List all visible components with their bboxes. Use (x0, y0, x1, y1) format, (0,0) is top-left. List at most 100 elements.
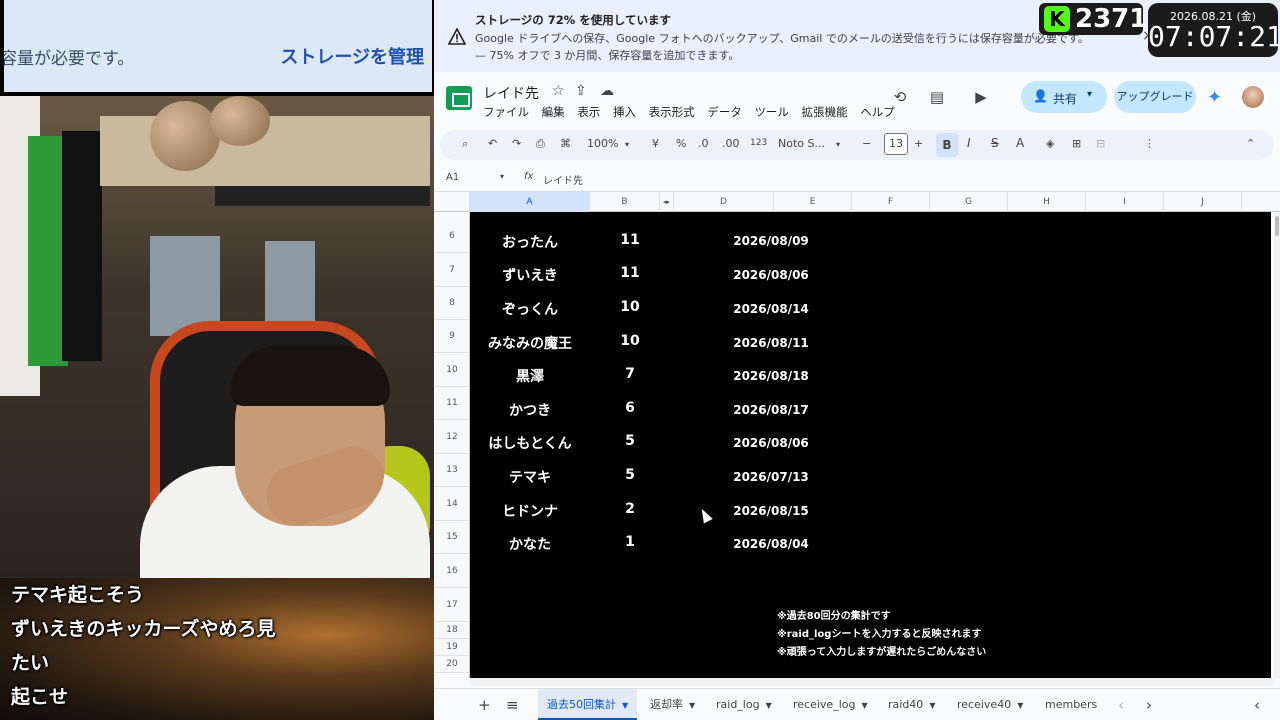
collapse-sidebar-icon[interactable]: ‹ (1254, 689, 1260, 720)
cell-date[interactable]: 2026/07/13 (706, 470, 836, 484)
tabs-scroll-left[interactable]: ‹ (1118, 689, 1124, 720)
chevron-down-icon[interactable]: ▾ (625, 140, 629, 149)
cell-date[interactable]: 2026/08/15 (706, 504, 836, 518)
row-header[interactable]: 18 (434, 622, 469, 639)
formula-input[interactable]: レイド先 (543, 172, 583, 187)
tab-past-50[interactable]: 過去50回集計 ▼ (538, 689, 638, 720)
row-header[interactable]: 19 (434, 639, 469, 656)
chevron-down-icon[interactable]: ▼ (622, 701, 628, 710)
fill-color-icon[interactable]: ◈ (1046, 137, 1054, 150)
cell-name[interactable]: ずいえき (470, 265, 590, 285)
row-header[interactable]: 8 (434, 287, 469, 320)
cell-name[interactable]: はしもとくん (470, 433, 590, 453)
menu-data[interactable]: データ (707, 105, 742, 119)
manage-storage-link[interactable]: ストレージを管理 (280, 43, 424, 69)
meet-icon[interactable]: ▶ (970, 88, 992, 108)
column-header-g[interactable]: G (930, 192, 1008, 212)
cell-name[interactable]: かつき (470, 400, 590, 420)
menu-edit[interactable]: 編集 (542, 105, 565, 119)
row-header[interactable]: 15 (434, 521, 469, 554)
tab-raid-log[interactable]: raid_log ▼ (716, 689, 772, 720)
add-sheet-button[interactable]: + (478, 689, 491, 720)
undo-icon[interactable]: ↶ (488, 137, 497, 150)
scrollbar-thumb[interactable] (1275, 216, 1279, 236)
cell-count[interactable]: 11 (615, 232, 645, 248)
decrease-decimal-button[interactable]: .0 (698, 137, 709, 150)
tabs-scroll-right[interactable]: › (1146, 689, 1152, 720)
row-header[interactable]: 10 (434, 353, 469, 387)
cell-count[interactable]: 7 (615, 366, 645, 382)
cell-date[interactable]: 2026/08/18 (706, 369, 836, 383)
cell-count[interactable]: 5 (615, 433, 645, 449)
font-size-increase[interactable]: + (914, 137, 923, 150)
cell-name[interactable]: かなた (470, 534, 590, 554)
move-icon[interactable]: ⇪ (575, 83, 587, 99)
cell-date[interactable]: 2026/08/14 (706, 302, 836, 316)
percent-format-button[interactable]: % (676, 137, 686, 150)
column-header-i[interactable]: I (1086, 192, 1164, 212)
merge-cells-icon[interactable]: ⊟ (1096, 137, 1105, 150)
chevron-down-icon[interactable]: ▼ (861, 701, 867, 710)
strikethrough-button[interactable]: S (991, 136, 999, 150)
paint-format-icon[interactable]: ⌘ (560, 137, 571, 150)
tab-return-rate[interactable]: 返却率 ▼ (650, 689, 695, 720)
cell-name[interactable]: おったん (470, 232, 590, 252)
cell-name[interactable]: テマキ (470, 467, 590, 487)
sheet-grid[interactable]: おったん 11 2026/08/09 ずいえき 11 2026/08/06 ぞっ… (470, 212, 1271, 678)
cell-count[interactable]: 5 (615, 467, 645, 483)
borders-icon[interactable]: ⊞ (1072, 137, 1081, 150)
menu-tools[interactable]: ツール (754, 105, 789, 119)
history-icon[interactable]: ⟲ (889, 88, 911, 108)
cell-count[interactable]: 1 (615, 534, 645, 550)
cell-date[interactable]: 2026/08/09 (706, 234, 836, 248)
chevron-down-icon[interactable]: ▾ (836, 140, 840, 149)
menu-file[interactable]: ファイル (483, 105, 529, 119)
menu-extensions[interactable]: 拡張機能 (802, 105, 848, 119)
column-header-f[interactable]: F (852, 192, 930, 212)
menu-insert[interactable]: 挿入 (613, 105, 636, 119)
row-header[interactable]: 9 (434, 320, 469, 353)
cell-date[interactable]: 2026/08/06 (706, 268, 836, 282)
column-header-h[interactable]: H (1008, 192, 1086, 212)
cell-date[interactable]: 2026/08/06 (706, 436, 836, 450)
cloud-status-icon[interactable]: ☁ (600, 83, 614, 99)
horizontal-scrollbar[interactable] (470, 678, 1274, 686)
chevron-down-icon[interactable]: ▾ (500, 172, 504, 181)
cell-name[interactable]: ぞっくん (470, 299, 590, 319)
row-header[interactable]: 16 (434, 554, 469, 588)
tab-receive-log[interactable]: receive_log ▼ (793, 689, 868, 720)
cell-count[interactable]: 6 (615, 400, 645, 416)
print-icon[interactable]: ⎙ (536, 137, 545, 151)
row-header[interactable]: 14 (434, 487, 469, 521)
column-header-a[interactable]: A (470, 192, 590, 212)
vertical-scrollbar[interactable] (1274, 212, 1280, 678)
column-header-d[interactable]: D (674, 192, 774, 212)
bold-button[interactable]: B (936, 133, 958, 157)
currency-format-button[interactable]: ¥ (652, 137, 659, 150)
avatar[interactable] (1240, 84, 1266, 110)
more-options-icon[interactable]: ⋮ (1144, 137, 1155, 150)
collapse-toolbar-icon[interactable]: ⌃ (1246, 137, 1255, 150)
font-size-decrease[interactable]: − (862, 137, 871, 150)
cell-name[interactable]: ヒドンナ (470, 501, 590, 521)
cell-count[interactable]: 11 (615, 265, 645, 281)
select-all-corner[interactable] (434, 192, 470, 212)
share-button[interactable]: 👤 共有 ▾ (1021, 81, 1107, 113)
gemini-icon[interactable]: ✦ (1207, 87, 1222, 108)
upgrade-button[interactable]: アップグレード (1114, 81, 1196, 113)
chevron-down-icon[interactable]: ▼ (766, 701, 772, 710)
star-icon[interactable]: ☆ (552, 83, 565, 99)
hidden-column-arrows-icon[interactable]: ◂▸ (660, 192, 674, 212)
cell-date[interactable]: 2026/08/17 (706, 403, 836, 417)
chevron-down-icon[interactable]: ▼ (1017, 701, 1023, 710)
chevron-down-icon[interactable]: ▼ (689, 701, 695, 710)
row-header[interactable]: 12 (434, 420, 469, 454)
chevron-down-icon[interactable]: ▾ (1087, 89, 1092, 100)
row-header[interactable]: 13 (434, 454, 469, 487)
italic-button[interactable]: I (967, 136, 971, 150)
cell-name[interactable]: みなみの魔王 (470, 333, 590, 353)
chevron-down-icon[interactable]: ▼ (929, 701, 935, 710)
menu-format[interactable]: 表示形式 (649, 105, 695, 119)
cell-count[interactable]: 10 (615, 333, 645, 349)
font-size-input[interactable]: 13 (884, 133, 908, 155)
